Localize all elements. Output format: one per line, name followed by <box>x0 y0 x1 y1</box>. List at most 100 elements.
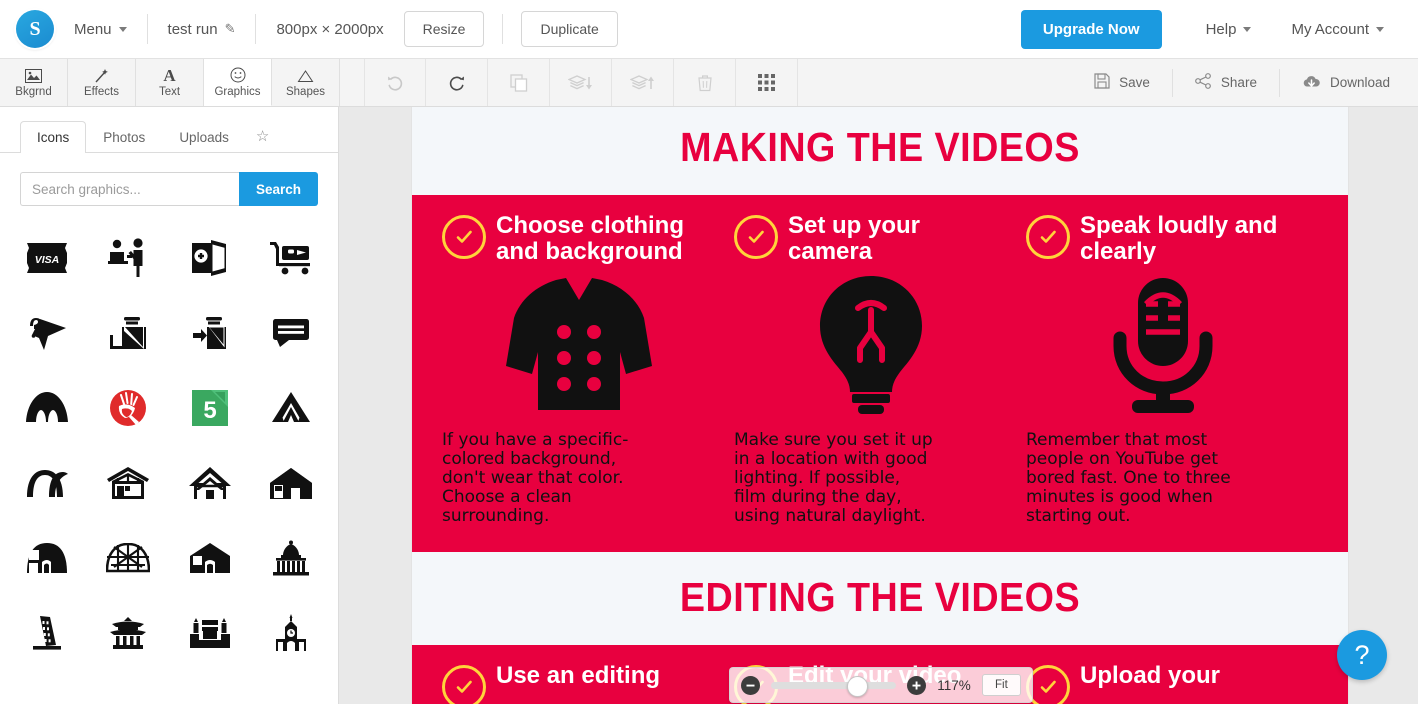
tip-body: Remember that most people on YouTube get… <box>1026 429 1231 526</box>
tip-column[interactable]: Choose clothing and background If you ha… <box>442 213 734 526</box>
divider <box>502 14 504 44</box>
pencil-icon[interactable]: ✎ <box>225 21 236 37</box>
undo-button[interactable] <box>364 59 426 106</box>
tool-tab-effects[interactable]: Effects <box>68 59 136 106</box>
zoom-fit-button[interactable]: Fit <box>982 674 1021 696</box>
visa-card-icon: VISA <box>24 242 70 274</box>
tip-heading: Choose clothing and background <box>442 213 716 265</box>
zoom-percent-label: 117% <box>937 677 971 693</box>
icon-building-number-five[interactable]: 5 <box>169 370 251 445</box>
tool-tab-graphics[interactable]: Graphics <box>204 59 272 106</box>
grid-button[interactable] <box>736 59 798 106</box>
icon-customs-officer[interactable] <box>88 220 170 295</box>
icon-pagoda[interactable] <box>88 595 170 670</box>
editor-app: S Menu test run ✎ 800px × 2000px Resize … <box>0 0 1418 704</box>
coat-icon <box>442 265 716 425</box>
send-layer-down-button[interactable] <box>550 59 612 106</box>
help-dropdown[interactable]: Help <box>1186 0 1272 58</box>
triangle-icon <box>297 67 314 84</box>
lightbulb-icon <box>734 265 1008 425</box>
delete-button[interactable] <box>674 59 736 106</box>
icon-clock-tower[interactable] <box>251 595 333 670</box>
icon-teepee[interactable] <box>251 370 333 445</box>
tip-column[interactable]: Set up your camera Make sure you set it … <box>734 213 1026 526</box>
icon-boarding-door[interactable] <box>169 220 251 295</box>
icon-timber-frame-house[interactable] <box>88 445 170 520</box>
download-button[interactable]: Download <box>1280 69 1408 97</box>
tip-column[interactable]: Speak loudly and clearly Remember that m… <box>1026 213 1318 526</box>
zoom-out-button[interactable] <box>741 675 760 695</box>
bring-layer-up-button[interactable] <box>612 59 674 106</box>
project-name-field[interactable]: test run ✎ <box>148 0 256 58</box>
icon-dome-hut[interactable] <box>6 520 88 595</box>
tool-tab-label: Text <box>158 86 181 98</box>
icon-arch-roof[interactable] <box>6 445 88 520</box>
share-label: Share <box>1220 75 1257 90</box>
building-number-five-icon: 5 <box>191 389 229 427</box>
tip-column[interactable]: Use an editing <box>442 663 734 704</box>
graphics-search-row: Search <box>20 172 318 206</box>
icon-paper-plane-question[interactable] <box>6 295 88 370</box>
redo-button[interactable] <box>426 59 488 106</box>
sidebar-tab-photos[interactable]: Photos <box>86 121 162 153</box>
icon-barn-house[interactable] <box>169 445 251 520</box>
share-button[interactable]: Share <box>1173 68 1280 97</box>
icon-geodesic-dome[interactable] <box>88 520 170 595</box>
check-circle-icon <box>442 664 486 704</box>
tool-tab-text[interactable]: A Text <box>136 59 204 106</box>
download-label: Download <box>1329 75 1390 90</box>
section-heading-making[interactable]: MAKING THE VIDEOS <box>412 107 1348 195</box>
zoom-in-button[interactable] <box>907 675 926 695</box>
my-account-dropdown[interactable]: My Account <box>1271 0 1404 58</box>
sidebar-tab-uploads[interactable]: Uploads <box>162 121 246 153</box>
icon-hut-arch[interactable] <box>6 370 88 445</box>
icon-passport-control-in[interactable] <box>169 295 251 370</box>
duplicate-layer-button[interactable] <box>488 59 550 106</box>
icon-native-mask-circle[interactable] <box>88 370 170 445</box>
smiley-icon <box>230 67 246 84</box>
icon-visa-card[interactable]: VISA <box>6 220 88 295</box>
sidebar-tab-icons[interactable]: Icons <box>20 121 87 153</box>
section-heading-editing[interactable]: EDITING THE VIDEOS <box>412 551 1348 645</box>
dome-hut-icon <box>26 542 68 574</box>
save-label: Save <box>1119 75 1150 90</box>
image-icon <box>25 67 42 84</box>
menu-dropdown[interactable]: Menu <box>54 0 147 58</box>
canvas-area[interactable]: MAKING THE VIDEOS Choose clothing and ba… <box>339 107 1418 704</box>
tool-tab-bkgrnd[interactable]: Bkgrnd <box>0 59 68 106</box>
design-page[interactable]: MAKING THE VIDEOS Choose clothing and ba… <box>412 107 1348 704</box>
star-icon[interactable]: ☆ <box>246 119 279 153</box>
app-logo[interactable]: S <box>16 10 54 48</box>
help-fab-button[interactable]: ? <box>1337 630 1387 680</box>
zoom-slider[interactable] <box>771 675 896 697</box>
boarding-door-icon <box>190 238 230 278</box>
search-input[interactable] <box>20 172 239 206</box>
duplicate-button[interactable]: Duplicate <box>521 11 618 47</box>
icon-id-card-speech[interactable] <box>251 295 333 370</box>
icon-outline-house[interactable] <box>169 520 251 595</box>
icon-luggage-cart[interactable] <box>251 220 333 295</box>
icon-capitol-building[interactable] <box>251 520 333 595</box>
tip-column[interactable]: Upload your <box>1026 663 1318 704</box>
icon-results-grid: VISA 5 <box>6 220 332 670</box>
section-title: MAKING THE VIDEOS <box>680 124 1080 170</box>
outline-house-icon <box>189 542 231 574</box>
icon-tower-bridge[interactable] <box>169 595 251 670</box>
search-button[interactable]: Search <box>238 172 318 206</box>
timber-frame-house-icon <box>106 466 150 500</box>
pagoda-icon <box>107 616 149 650</box>
share-nodes-icon <box>1195 73 1212 92</box>
icon-passport-control-out[interactable] <box>88 295 170 370</box>
upgrade-now-button[interactable]: Upgrade Now <box>1020 9 1162 49</box>
icon-cottage-house[interactable] <box>251 445 333 520</box>
icon-leaning-tower[interactable] <box>6 595 88 670</box>
zoom-control: 117% Fit <box>729 667 1033 703</box>
save-button[interactable]: Save <box>1072 68 1173 97</box>
canvas-dimensions: 800px × 2000px <box>256 0 403 58</box>
check-circle-icon <box>734 215 778 259</box>
tip-title: Set up your camera <box>788 212 921 265</box>
zoom-slider-knob[interactable] <box>847 675 868 697</box>
tool-tab-shapes[interactable]: Shapes <box>272 59 340 106</box>
tip-title: Choose clothing and background <box>496 212 684 265</box>
resize-button[interactable]: Resize <box>403 11 485 47</box>
